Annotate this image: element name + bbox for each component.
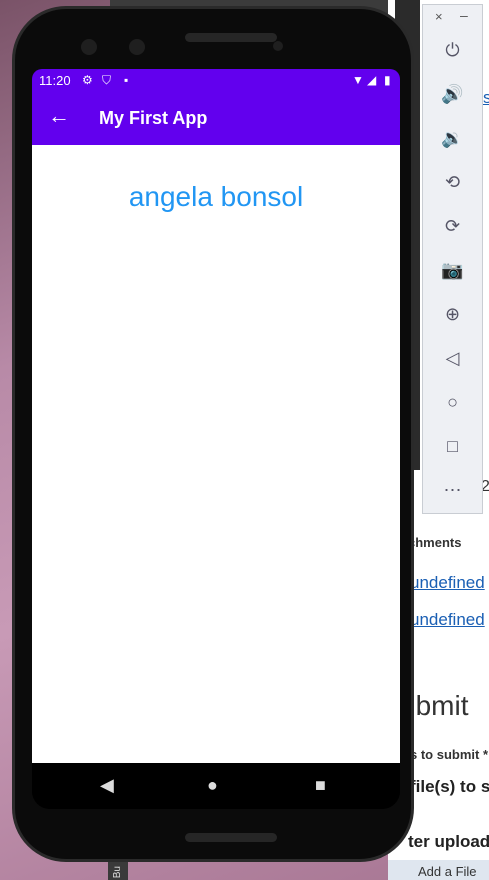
earpiece-speaker bbox=[185, 33, 277, 42]
nav-home-icon[interactable]: ● bbox=[207, 775, 218, 796]
sd-card-icon: ▪ bbox=[124, 73, 129, 87]
battery-icon: ▮ bbox=[384, 73, 391, 87]
taskbar-label: Bu bbox=[112, 865, 123, 878]
emulator-toolbar: × – ⏻ 🔊 🔉 ⟲ ⟳ 📷 ⊕ ◁ ○ □ ⋯ bbox=[422, 4, 483, 514]
after-upload-text: ter upload bbox=[408, 832, 489, 851]
settings-icon: ⚙ bbox=[82, 73, 93, 87]
volume-up-icon[interactable]: 🔊 bbox=[423, 79, 482, 109]
minimize-icon[interactable]: – bbox=[460, 7, 468, 23]
volume-down-icon[interactable]: 🔉 bbox=[423, 123, 482, 153]
zoom-icon[interactable]: ⊕ bbox=[423, 299, 482, 329]
back-icon[interactable]: ◁ bbox=[423, 343, 482, 373]
attachment-link-2[interactable]: undefined bbox=[410, 610, 485, 630]
rotate-right-icon[interactable]: ⟳ bbox=[423, 211, 482, 241]
app-bar: ← My First App bbox=[32, 91, 400, 145]
status-bar: 11:20 ⚙ ⛉ ▪ ▼ ◢ ▮ bbox=[32, 69, 400, 91]
files-to-submit-label: s to submit * bbox=[410, 747, 489, 762]
webpage-link-fragment[interactable]: s bbox=[483, 88, 489, 108]
close-icon[interactable]: × bbox=[435, 9, 443, 24]
phone-screen: 11:20 ⚙ ⛉ ▪ ▼ ◢ ▮ ← My First App angela … bbox=[32, 69, 400, 809]
signal-icon: ◢ bbox=[367, 73, 377, 87]
files-to-submit-text: file(s) to s bbox=[410, 777, 489, 796]
attachment-link-1[interactable]: undefined bbox=[410, 573, 485, 593]
add-file-button[interactable]: Add a File bbox=[388, 860, 489, 880]
nav-overview-icon[interactable]: ■ bbox=[315, 775, 326, 796]
front-sensor bbox=[81, 39, 97, 55]
bottom-speaker bbox=[185, 833, 277, 842]
rotate-left-icon[interactable]: ⟲ bbox=[423, 167, 482, 197]
attachments-label: chments bbox=[408, 535, 462, 550]
nav-back-icon[interactable]: ◀ bbox=[100, 775, 114, 796]
camera-icon[interactable]: 📷 bbox=[423, 255, 482, 285]
home-icon[interactable]: ○ bbox=[423, 387, 482, 417]
power-icon[interactable]: ⏻ bbox=[423, 35, 482, 65]
phone-frame: 11:20 ⚙ ⛉ ▪ ▼ ◢ ▮ ← My First App angela … bbox=[12, 6, 414, 862]
front-camera bbox=[129, 39, 145, 55]
status-time: 11:20 bbox=[39, 73, 71, 88]
navigation-bar: ◀ ● ■ bbox=[32, 763, 400, 809]
proximity-sensor bbox=[273, 41, 283, 51]
back-arrow-icon[interactable]: ← bbox=[48, 103, 70, 129]
name-text: angela bonsol bbox=[128, 181, 304, 212]
main-content: angela bonsol bbox=[32, 145, 400, 763]
wifi-icon: ▼ bbox=[352, 73, 364, 87]
more-icon[interactable]: ⋯ bbox=[423, 475, 482, 505]
shield-icon: ⛉ bbox=[102, 73, 112, 87]
overview-icon[interactable]: □ bbox=[423, 431, 482, 461]
app-title: My First App bbox=[99, 108, 208, 128]
